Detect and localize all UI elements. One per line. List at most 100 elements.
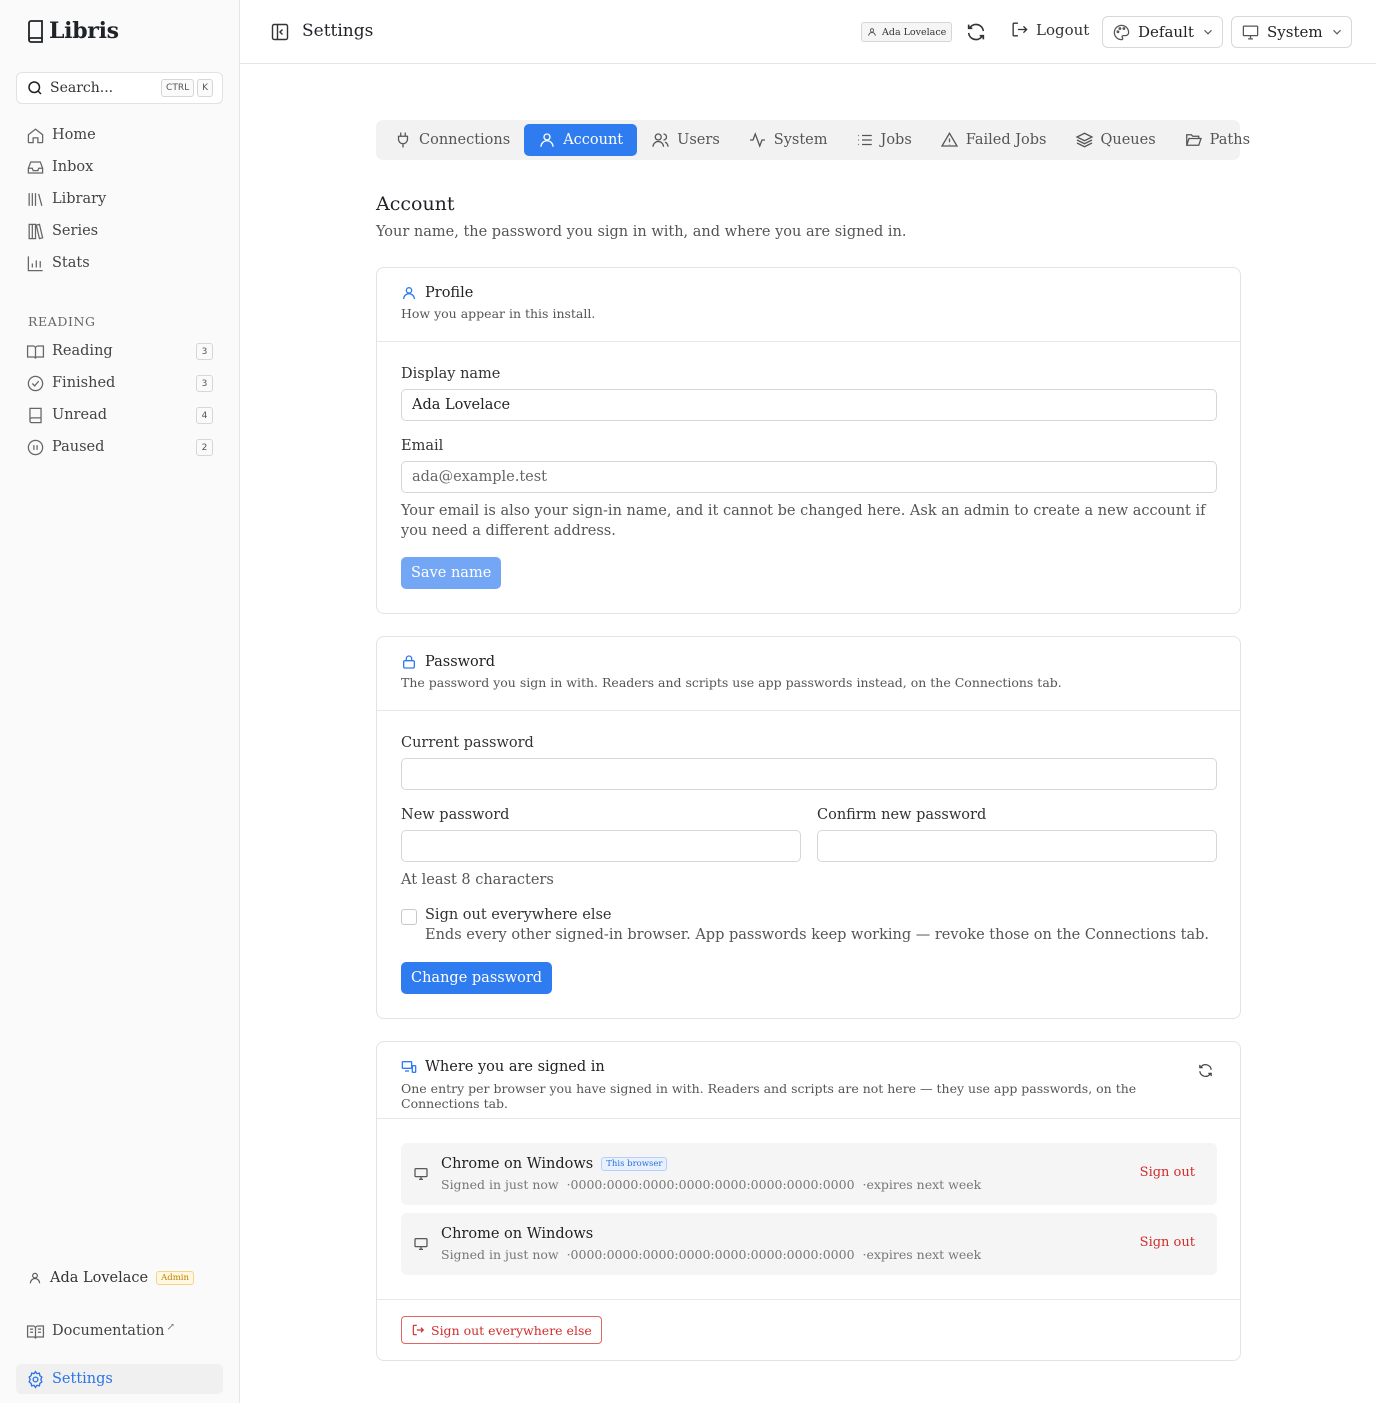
tab-account[interactable]: Account (524, 124, 638, 156)
user-icon (401, 285, 417, 301)
session-meta: Signed in just now ·0000:0000:0000:0000:… (441, 1177, 982, 1192)
sidebar-item-home[interactable]: Home (16, 120, 223, 150)
session-name: Chrome on Windows This browser (441, 1156, 668, 1172)
password-card-title: Password (401, 654, 1216, 670)
session-name: Chrome on Windows (441, 1226, 593, 1242)
tab-queues[interactable]: Queues (1061, 124, 1170, 156)
sessions-card-title: Where you are signed in (401, 1059, 1216, 1075)
sidebar-item-unread[interactable]: Unread 4 (16, 400, 223, 430)
sidebar-item-label: Stats (52, 255, 90, 271)
current-user[interactable]: Ada Lovelace Admin (28, 1270, 194, 1286)
display-name-input[interactable] (401, 389, 1217, 421)
theme-select[interactable]: Default (1102, 16, 1223, 48)
tab-label: Failed Jobs (965, 132, 1047, 148)
user-icon (867, 27, 877, 37)
sidebar-item-series[interactable]: Series (16, 216, 223, 246)
sign-out-everywhere-label: Sign out everywhere else (425, 907, 612, 923)
new-password-label: New password (401, 807, 510, 823)
sidebar-toggle-icon[interactable] (270, 22, 290, 42)
palette-icon (1112, 23, 1131, 42)
new-password-input[interactable] (401, 830, 801, 862)
home-icon (26, 126, 45, 145)
sidebar-item-label: Finished (52, 375, 116, 391)
inbox-icon (26, 158, 45, 177)
sessions-card-header: Where you are signed in One entry per br… (377, 1042, 1240, 1119)
sidebar-item-label: Library (52, 191, 107, 207)
confirm-password-input[interactable] (817, 830, 1217, 862)
password-card: Password The password you sign in with. … (376, 636, 1241, 1019)
sign-out-everywhere-help: Ends every other signed-in browser. App … (425, 927, 1209, 943)
sidebar-item-documentation[interactable]: Documentation ↗ (16, 1316, 223, 1346)
search-icon (26, 79, 44, 97)
page-title: Settings (302, 21, 374, 41)
sidebar-item-stats[interactable]: Stats (16, 248, 223, 278)
card-title-text: Profile (425, 285, 474, 301)
logout-icon (1010, 20, 1029, 39)
user-chip-label: Ada Lovelace (882, 26, 947, 38)
sidebar-item-reading[interactable]: Reading 3 (16, 336, 223, 366)
change-password-button[interactable]: Change password (401, 962, 553, 994)
admin-badge: Admin (156, 1271, 194, 1285)
shortcut-k: K (197, 79, 213, 97)
card-description: How you appear in this install. (401, 306, 596, 321)
app-logo[interactable]: Libris (27, 18, 119, 44)
tab-label: Paths (1209, 132, 1251, 148)
session-sign-out-button[interactable]: Sign out (1140, 1235, 1195, 1250)
monitor-icon (413, 1236, 429, 1252)
tab-jobs[interactable]: Jobs (842, 124, 926, 156)
current-password-label: Current password (401, 735, 534, 751)
refresh-icon[interactable] (965, 21, 987, 43)
tab-users[interactable]: Users (637, 124, 734, 156)
stats-icon (26, 254, 45, 273)
user-icon (28, 1271, 42, 1285)
session-row: Chrome on Windows This browser Signed in… (401, 1143, 1217, 1205)
user-chip[interactable]: Ada Lovelace (861, 22, 953, 42)
sidebar-item-library[interactable]: Library (16, 184, 223, 214)
book-icon (26, 406, 45, 425)
gear-icon (26, 1369, 45, 1389)
tab-connections[interactable]: Connections (380, 124, 524, 156)
email-input[interactable] (401, 461, 1217, 493)
external-link-icon: ↗ (166, 1321, 175, 1333)
series-icon (26, 222, 45, 241)
shortcut-ctrl: CTRL (161, 79, 195, 97)
tab-system[interactable]: System (734, 124, 842, 156)
search-button[interactable]: Search... CTRL K (16, 72, 223, 104)
plug-icon (394, 131, 412, 149)
sidebar-item-finished[interactable]: Finished 3 (16, 368, 223, 398)
color-mode-value: System (1267, 23, 1323, 41)
email-help-text: Your email is also your sign-in name, an… (401, 503, 1206, 539)
session-meta: Signed in just now ·0000:0000:0000:0000:… (441, 1247, 982, 1262)
session-browser: Chrome on Windows (441, 1226, 594, 1242)
devices-icon (401, 1059, 417, 1075)
logout-button[interactable]: Logout (1010, 20, 1089, 39)
session-address: 0000:0000:0000:0000:0000:0000:0000:0000 (570, 1247, 855, 1262)
sidebar-item-paused[interactable]: Paused 2 (16, 432, 223, 462)
tab-paths[interactable]: Paths (1170, 124, 1264, 156)
tab-label: Connections (419, 132, 511, 148)
sign-out-everywhere-button[interactable]: Sign out everywhere else (401, 1316, 602, 1344)
folder-open-icon (1184, 131, 1203, 149)
refresh-sessions-icon[interactable] (1197, 1062, 1214, 1079)
session-signed-in: Signed in just now (441, 1247, 559, 1262)
session-expires: expires next week (866, 1177, 982, 1192)
sidebar-item-settings[interactable]: Settings (16, 1364, 223, 1394)
color-mode-select[interactable]: System (1231, 16, 1352, 48)
sidebar-item-inbox[interactable]: Inbox (16, 152, 223, 182)
monitor-icon (413, 1166, 429, 1182)
tab-label: Queues (1100, 132, 1156, 148)
password-hint: At least 8 characters (401, 872, 554, 888)
tab-failed-jobs[interactable]: Failed Jobs (926, 124, 1061, 156)
logout-label: Logout (1036, 20, 1090, 39)
session-sign-out-button[interactable]: Sign out (1140, 1165, 1195, 1180)
sign-out-everywhere-checkbox[interactable] (401, 909, 417, 925)
list-icon (856, 131, 874, 149)
password-card-header: Password The password you sign in with. … (377, 637, 1240, 711)
save-name-button[interactable]: Save name (401, 557, 502, 589)
users-icon (651, 131, 670, 149)
current-password-input[interactable] (401, 758, 1217, 790)
sidebar-item-label: Documentation (52, 1323, 165, 1339)
profile-card-header: Profile How you appear in this install. (377, 268, 1240, 342)
pause-circle-icon (26, 438, 45, 457)
sidebar-item-label: Series (52, 223, 99, 239)
